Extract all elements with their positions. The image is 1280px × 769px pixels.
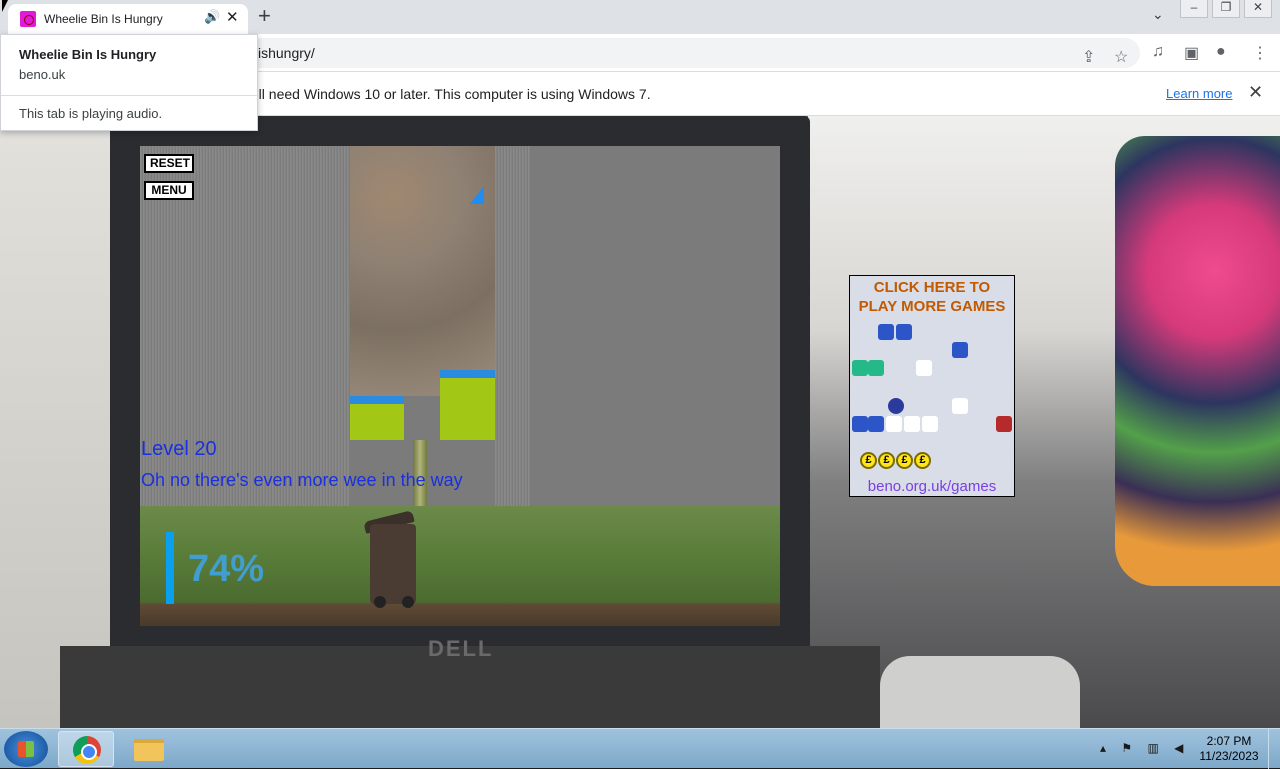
mouse-cursor-icon [2,0,8,12]
taskbar-clock[interactable]: 2:07 PM 11/23/2023 [1196,734,1262,764]
bin-wheel [374,596,386,608]
close-window-button[interactable]: ✕ [1244,0,1272,18]
coin-icon: £ [896,452,913,469]
level-message: Oh no there's even more wee in the way [141,470,463,490]
learn-more-link[interactable]: Learn more [1166,86,1232,101]
ad-block [886,416,902,432]
folder-icon [134,739,164,761]
window-controls: – ❐ ✕ [1180,0,1272,18]
progress-bar [166,532,174,604]
clock-time: 2:07 PM [1206,734,1252,748]
level-label: Level 20 [141,438,217,460]
ad-block [952,398,968,414]
more-games-link[interactable]: beno.org.uk/games [850,478,1014,495]
game-canvas[interactable]: 74% RESET MENU Level 20 Oh no there's ev… [140,146,780,626]
browser-tab[interactable]: Wheelie Bin Is Hungry 🔊 ✕ [8,4,248,34]
clock-date: 11/23/2023 [1199,749,1259,763]
close-icon[interactable]: ✕ [226,8,239,26]
phone-image [880,656,1080,728]
wee-block [440,370,495,440]
ad-block [852,360,868,376]
hover-card-title: Wheelie Bin Is Hungry [19,47,157,62]
media-icon[interactable]: ♫ [1152,43,1164,61]
reset-button[interactable]: RESET [144,154,194,173]
ad-block [868,416,884,432]
url-text: ishungry/ [258,45,315,61]
ad-block [922,416,938,432]
wheelie-bin [370,524,416,604]
hover-card-domain: beno.uk [19,67,66,82]
tab-title: Wheelie Bin Is Hungry [44,12,163,26]
ad-headline-line: CLICK HERE TO [873,279,991,296]
star-icon[interactable]: ☆ [1114,47,1128,67]
page-content: DELL 74% RESET MENU Level 20 Oh no there… [0,116,1280,728]
wee-drip [470,186,484,204]
profile-icon[interactable]: ● [1216,43,1226,61]
gravel-column [350,146,495,396]
ad-block [878,324,894,340]
ad-headline: CLICK HERE TO PLAY MORE GAMES [850,278,1014,316]
show-desktop-button[interactable] [1268,729,1280,769]
share-icon[interactable]: ⇪ [1082,47,1095,67]
laptop-logo: DELL [428,636,494,661]
windows-taskbar: ▴ ⚑ ▥ ◀ 2:07 PM 11/23/2023 [0,728,1280,769]
webcam-background [0,116,110,728]
system-tray[interactable]: ▴ ⚑ ▥ ◀ [1100,741,1189,755]
wee-block [350,396,404,440]
more-games-ad[interactable]: CLICK HERE TO PLAY MORE GAMES £ £ £ £ be… [849,275,1015,497]
speaker-icon[interactable]: 🔊 [204,9,220,25]
chevron-down-icon[interactable]: ⌄ [1152,6,1164,23]
ad-block [852,416,868,432]
character-icon [888,398,904,414]
tab-strip: Wheelie Bin Is Hungry 🔊 ✕ + ⌄ – ❐ ✕ [0,0,1280,34]
menu-icon[interactable]: ⋮ [1252,43,1268,63]
new-tab-button[interactable]: + [258,3,271,29]
enemy-icon [996,416,1012,432]
restore-button[interactable]: ❐ [1212,0,1240,18]
divider [1,95,257,96]
game-wall [495,146,530,506]
coin-icon: £ [914,452,931,469]
favicon-icon [20,11,36,27]
tab-hover-card: Wheelie Bin Is Hungry beno.uk This tab i… [0,34,258,131]
coin-icon: £ [878,452,895,469]
minimize-button[interactable]: – [1180,0,1208,18]
taskbar-chrome[interactable] [58,731,114,767]
taskbar-explorer[interactable] [120,731,176,767]
ad-block [868,360,884,376]
ad-block [916,360,932,376]
ad-block [952,342,968,358]
ad-block [904,416,920,432]
close-icon[interactable]: ✕ [1248,82,1263,103]
start-button[interactable] [4,731,48,767]
ad-block [896,324,912,340]
mug-image [1115,136,1280,586]
progress-percent: 74% [188,548,265,590]
chrome-icon [73,736,101,764]
ad-headline-line: PLAY MORE GAMES [858,298,1006,315]
info-message: 'll need Windows 10 or later. This compu… [256,86,651,102]
bin-wheel [402,596,414,608]
address-bar[interactable]: ishungry/ ⇪ ☆ [210,38,1140,68]
coin-icon: £ [860,452,877,469]
sidepanel-icon[interactable]: ▣ [1184,43,1199,63]
hover-card-audio-status: This tab is playing audio. [19,106,163,121]
menu-button[interactable]: MENU [144,181,194,200]
